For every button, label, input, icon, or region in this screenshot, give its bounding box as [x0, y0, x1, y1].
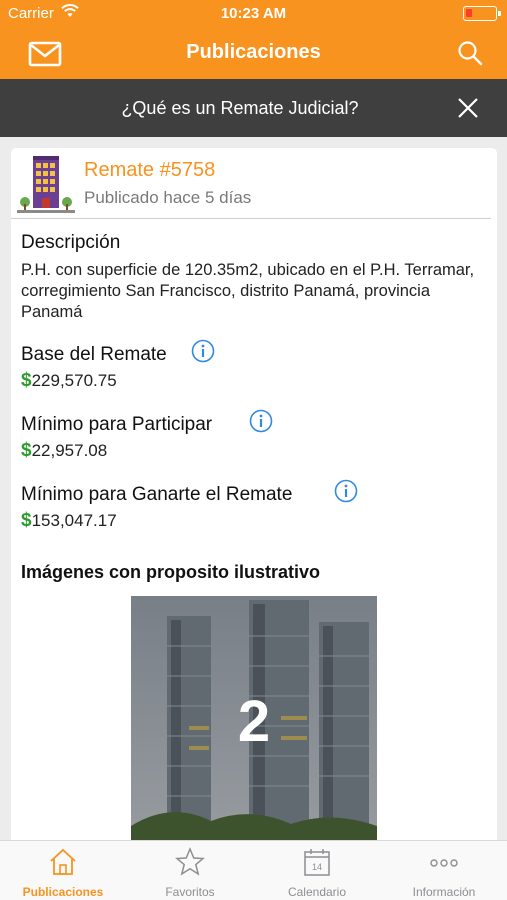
- min-participate-amount: $22,957.08: [21, 440, 107, 462]
- property-image[interactable]: 2: [131, 596, 377, 848]
- auction-title: Remate #5758: [84, 159, 216, 181]
- info-icon[interactable]: [334, 479, 358, 503]
- star-icon: [175, 847, 205, 876]
- tab-publicaciones[interactable]: Publicaciones: [0, 841, 126, 900]
- min-participate-value: 22,957.08: [31, 441, 108, 460]
- min-participate-heading: Mínimo para Participar: [21, 414, 213, 435]
- info-banner[interactable]: ¿Qué es un Remate Judicial?: [0, 79, 507, 137]
- dollar-sign: $: [21, 510, 32, 531]
- min-win-heading: Mínimo para Ganarte el Remate: [21, 484, 293, 505]
- description-text: P.H. con superficie de 120.35m2, ubicado…: [21, 261, 475, 321]
- tab-informacion[interactable]: Información: [381, 841, 507, 900]
- images-heading: Imágenes con proposito ilustrativo: [21, 562, 321, 582]
- divider: [11, 218, 491, 219]
- dollar-sign: $: [21, 440, 32, 461]
- base-value: 229,570.75: [31, 371, 117, 390]
- info-icon[interactable]: [191, 339, 215, 363]
- description-heading: Descripción: [21, 232, 121, 253]
- battery-level: [466, 9, 472, 17]
- banner-text[interactable]: ¿Qué es un Remate Judicial?: [0, 98, 440, 119]
- close-icon[interactable]: [457, 97, 479, 119]
- more-dots-icon: [430, 859, 458, 867]
- min-win-value: 153,047.17: [31, 511, 117, 530]
- tab-label: Favoritos: [165, 885, 215, 899]
- status-bar: Carrier 10:23 AM: [0, 0, 507, 28]
- search-icon[interactable]: [457, 40, 483, 66]
- base-amount: $229,570.75: [21, 370, 117, 392]
- min-win-amount: $153,047.17: [21, 510, 117, 532]
- tab-label: Calendario: [287, 885, 347, 899]
- navigation-bar: Publicaciones: [0, 28, 507, 79]
- tab-label: Información: [412, 885, 476, 899]
- battery-icon: [463, 6, 501, 21]
- base-heading: Base del Remate: [21, 344, 167, 365]
- building-icon: [17, 156, 75, 213]
- tab-bar: Publicaciones Favoritos 14 Calendario In…: [0, 840, 507, 900]
- tab-calendario[interactable]: 14 Calendario: [254, 841, 380, 900]
- auction-card[interactable]: Remate #5758 Publicado hace 5 días Descr…: [11, 148, 497, 848]
- top-header: Carrier 10:23 AM Publicaciones: [0, 0, 507, 79]
- posted-date: Publicado hace 5 días: [84, 188, 252, 207]
- tab-label: Publicaciones: [22, 885, 104, 899]
- dollar-sign: $: [21, 370, 32, 391]
- calendar-day: 14: [312, 862, 322, 872]
- house-icon: [50, 848, 76, 875]
- image-counter: 2: [237, 689, 271, 754]
- tab-favoritos[interactable]: Favoritos: [127, 841, 253, 900]
- status-time: 10:23 AM: [220, 5, 287, 22]
- calendar-icon: 14: [304, 849, 330, 876]
- page-title: Publicaciones: [186, 41, 321, 63]
- info-icon[interactable]: [249, 409, 273, 433]
